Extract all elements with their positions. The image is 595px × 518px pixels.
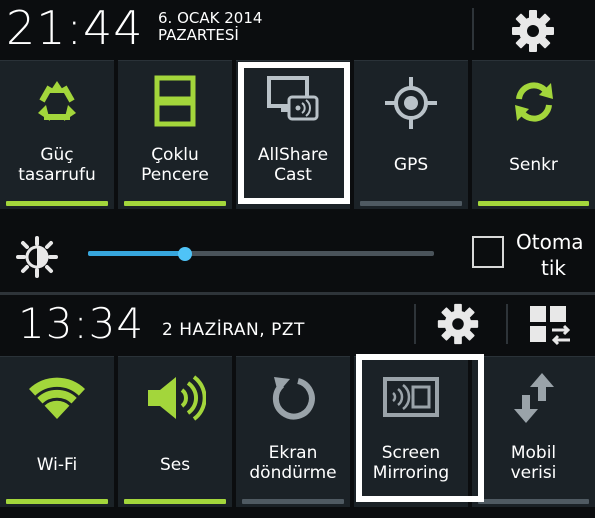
toggle-state-bar — [360, 201, 462, 206]
auto-brightness-label: Otoma — [516, 230, 584, 254]
clock-time: 21:44 — [6, 1, 144, 55]
settings-button[interactable] — [508, 6, 560, 56]
mobile-data-icon — [513, 373, 554, 423]
recycle-icon — [38, 81, 76, 121]
speaker-icon — [148, 375, 206, 421]
gear-icon — [512, 10, 554, 52]
toggle-state-bar — [6, 201, 108, 206]
brightness-slider-fill — [88, 251, 185, 256]
edit-grid-icon — [530, 306, 571, 346]
gps-icon — [385, 77, 437, 129]
toggle-sync[interactable]: Senkr — [472, 60, 595, 209]
toggle-label: Mobil — [510, 443, 557, 463]
toggle-state-bar — [124, 499, 226, 504]
clock-date-line-1: 6. OCAK 2014 — [158, 9, 263, 27]
auto-brightness-label: tik — [541, 256, 566, 280]
toggle-label: Senkr — [509, 155, 558, 175]
toggle-label: GPS — [393, 155, 429, 175]
toggle-multi-window[interactable]: Çoklu Pencere — [118, 60, 232, 209]
settings-button[interactable] — [434, 300, 484, 350]
wifi-icon — [29, 377, 85, 419]
toggle-sound[interactable]: Ses — [118, 356, 232, 507]
rotate-icon — [272, 377, 315, 420]
toggle-label: Ses — [159, 455, 191, 475]
toggle-label: tasarrufu — [18, 165, 96, 185]
divider — [506, 304, 508, 344]
divider — [414, 304, 416, 344]
sync-icon — [514, 82, 553, 122]
toggle-label: Güç — [40, 145, 74, 165]
brightness-icon — [16, 236, 58, 278]
highlight-frame — [238, 62, 350, 204]
auto-brightness-checkbox[interactable] — [472, 236, 504, 268]
clock-time: 13:34 — [18, 299, 145, 348]
toggle-state-bar — [124, 201, 226, 206]
toggle-state-bar — [242, 499, 344, 504]
toggle-label: Ekran — [268, 443, 318, 463]
toggle-gps[interactable]: GPS — [354, 60, 468, 209]
toggle-screen-rotation[interactable]: Ekran döndürme — [236, 356, 350, 507]
brightness-icon-button[interactable] — [16, 236, 58, 278]
toggle-label: Çoklu — [151, 145, 199, 165]
toggle-state-bar — [6, 499, 108, 504]
toggle-label: Pencere — [141, 165, 209, 185]
brightness-slider-thumb[interactable] — [178, 247, 192, 261]
toggle-wifi[interactable]: Wi-Fi — [0, 356, 114, 507]
toggle-mobile-data[interactable]: Mobil verisi — [472, 356, 595, 507]
edit-toggles-button[interactable] — [528, 304, 574, 346]
panel-separator — [0, 292, 595, 295]
toggle-label: döndürme — [249, 463, 337, 483]
gear-icon — [437, 303, 479, 345]
highlight-frame — [356, 354, 484, 502]
divider — [472, 8, 474, 50]
toggle-state-bar — [478, 201, 589, 206]
toggle-label: verisi — [510, 463, 557, 483]
toggle-power-saving[interactable]: Güç tasarrufu — [0, 60, 114, 209]
toggle-state-bar — [478, 499, 589, 504]
clock-date-line-2: PAZARTESİ — [158, 26, 239, 44]
toggle-label: Wi-Fi — [36, 455, 78, 475]
multi-window-icon — [154, 75, 196, 127]
clock-date: 2 HAZİRAN, PZT — [162, 320, 305, 340]
